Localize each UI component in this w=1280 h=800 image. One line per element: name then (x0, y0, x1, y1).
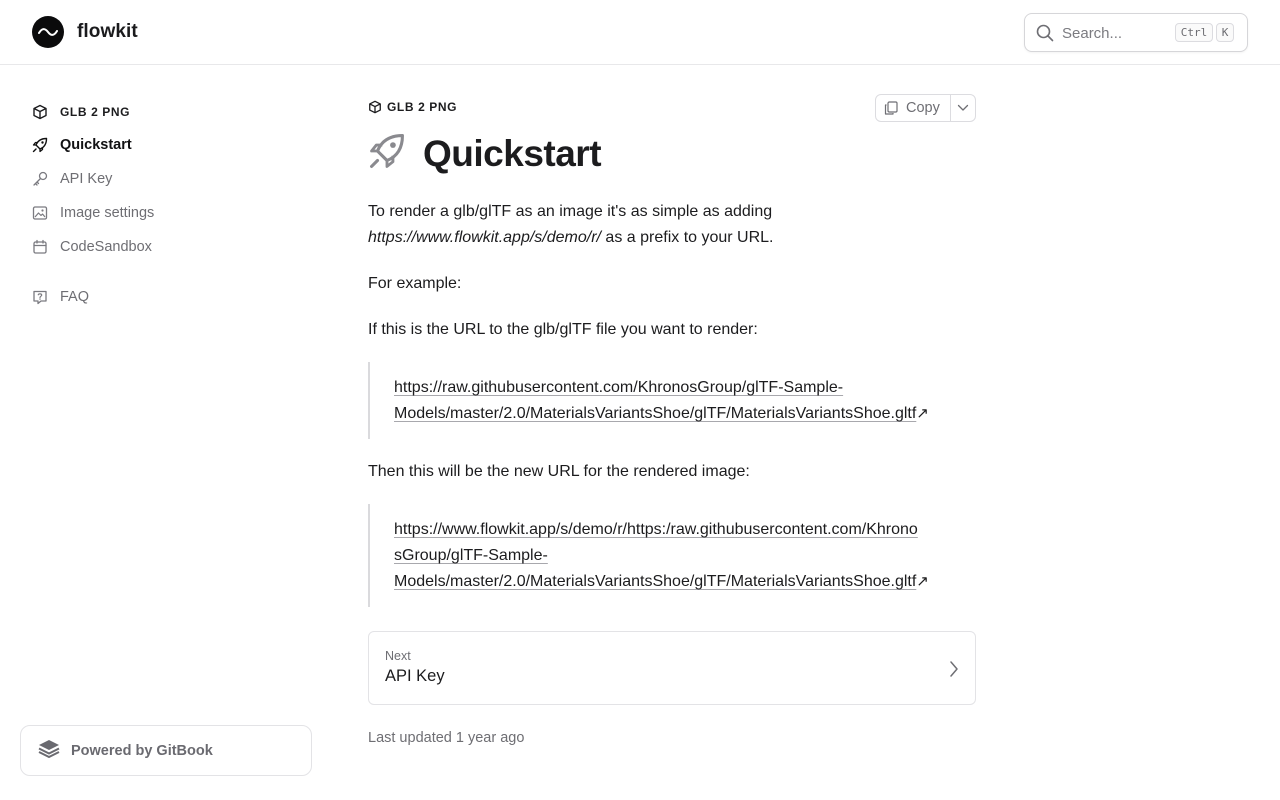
sidebar-item-image-settings[interactable]: Image settings (32, 201, 154, 225)
render-instructions-text: Then this will be the new URL for the re… (368, 463, 750, 480)
sidebar-item-label: GLB 2 PNG (60, 105, 131, 119)
powered-by-label: Powered by GitBook (71, 742, 213, 759)
key-icon (32, 171, 48, 187)
question-icon (32, 289, 48, 305)
sidebar-item-label: CodeSandbox (60, 239, 152, 255)
breadcrumb[interactable]: GLB 2 PNG (368, 100, 457, 114)
render-url-quote: https://www.flowkit.app/s/demo/r/https:/… (368, 504, 976, 607)
image-icon (32, 205, 48, 221)
sidebar-item-label: Quickstart (60, 137, 132, 153)
render-url-link[interactable]: https://www.flowkit.app/s/demo/r/https:/… (394, 521, 918, 590)
intro-paragraph: To render a glb/glTF as an image it's as… (368, 199, 976, 251)
sidebar-item-quickstart[interactable]: Quickstart (32, 133, 132, 157)
top-header: flowkit Search... Ctrl K (0, 0, 1280, 65)
cube-icon (368, 100, 382, 114)
intro-suffix: as a prefix to your URL. (600, 229, 774, 246)
intro-text: To render a glb/glTF as an image it's as… (368, 203, 773, 220)
next-page-card[interactable]: Next API Key (368, 631, 976, 705)
page-title-row: Quickstart (368, 132, 602, 175)
sidebar-item-codesandbox[interactable]: CodeSandbox (32, 235, 152, 259)
sidebar-item-glb2png[interactable]: GLB 2 PNG (32, 100, 130, 124)
shortcut-k-key: K (1216, 23, 1234, 42)
last-updated-text: Last updated 1 year ago (368, 730, 525, 746)
flowkit-logo-icon[interactable] (32, 16, 64, 48)
brand-name[interactable]: flowkit (77, 21, 138, 43)
copy-icon (884, 101, 898, 115)
copy-button[interactable]: Copy (876, 95, 951, 121)
gitbook-icon (37, 738, 61, 763)
source-instructions-text: If this is the URL to the glb/glTF file … (368, 321, 758, 338)
rocket-icon (368, 132, 406, 175)
intro-url: https://www.flowkit.app/s/demo/r/ (368, 229, 601, 246)
chevron-down-icon (957, 99, 969, 117)
external-link-icon: ↗ (916, 405, 929, 422)
powered-by-gitbook[interactable]: Powered by GitBook (20, 725, 312, 776)
sandbox-icon (32, 239, 48, 255)
next-label: Next (385, 649, 411, 663)
external-link-icon: ↗ (916, 573, 929, 590)
source-url-link[interactable]: https://raw.githubusercontent.com/Khrono… (394, 379, 916, 422)
copy-options-dropdown[interactable] (951, 95, 975, 121)
copy-control: Copy (875, 94, 976, 122)
search-box[interactable]: Search... Ctrl K (1024, 13, 1248, 52)
rocket-icon (32, 137, 48, 153)
shortcut-ctrl-key: Ctrl (1175, 23, 1213, 42)
sidebar-item-label: API Key (60, 171, 113, 187)
cube-icon (32, 104, 48, 120)
sidebar-item-label: Image settings (60, 205, 155, 221)
sidebar-item-label: FAQ (60, 289, 90, 305)
next-page-title: API Key (385, 667, 445, 685)
page-title: Quickstart (423, 132, 602, 174)
search-icon (1036, 24, 1054, 47)
search-placeholder: Search... (1062, 25, 1123, 42)
for-example-text: For example: (368, 275, 462, 292)
chevron-right-icon (949, 660, 959, 683)
breadcrumb-label: GLB 2 PNG (387, 100, 458, 114)
source-url-quote: https://raw.githubusercontent.com/Khrono… (368, 362, 976, 439)
sidebar-item-faq[interactable]: FAQ (32, 285, 89, 309)
copy-label: Copy (906, 100, 940, 116)
sidebar-item-api-key[interactable]: API Key (32, 167, 112, 191)
